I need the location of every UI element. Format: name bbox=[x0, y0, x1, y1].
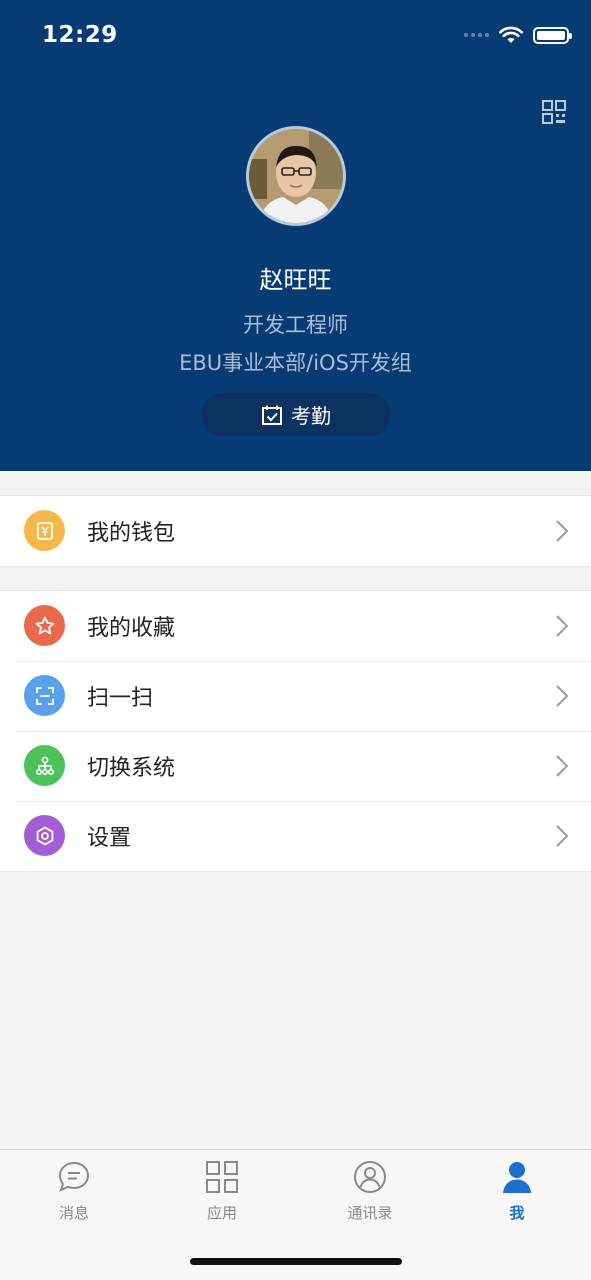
tab-label: 我 bbox=[509, 1204, 525, 1222]
tab-me[interactable]: 我 bbox=[443, 1150, 591, 1240]
wifi-icon bbox=[499, 26, 523, 43]
qr-code-icon[interactable] bbox=[542, 100, 566, 124]
org-switch-icon bbox=[24, 745, 65, 786]
menu-item-label: 我的钱包 bbox=[87, 521, 176, 546]
chevron-right-icon bbox=[556, 520, 569, 542]
user-name: 赵旺旺 bbox=[259, 266, 332, 294]
menu-item-wallet[interactable]: 我的钱包 bbox=[0, 496, 591, 566]
chevron-right-icon bbox=[556, 825, 569, 847]
calendar-check-icon bbox=[262, 405, 282, 425]
wallet-icon bbox=[24, 510, 65, 551]
attendance-button[interactable]: 考勤 bbox=[202, 393, 390, 436]
status-icons bbox=[464, 26, 572, 44]
menu-item-favorites[interactable]: 我的收藏 bbox=[0, 591, 591, 661]
signal-dots-icon bbox=[464, 33, 489, 37]
menu-item-label: 扫一扫 bbox=[87, 686, 154, 711]
menu-group-main: 我的收藏 扫一扫 切换系统 设置 bbox=[0, 590, 591, 872]
avatar-photo bbox=[249, 129, 343, 223]
me-icon bbox=[503, 1162, 531, 1193]
menu-item-label: 设置 bbox=[87, 826, 132, 851]
chevron-right-icon bbox=[556, 755, 569, 777]
battery-icon bbox=[533, 26, 572, 44]
chevron-right-icon bbox=[556, 615, 569, 637]
tab-apps[interactable]: 应用 bbox=[148, 1150, 296, 1240]
star-icon bbox=[24, 605, 65, 646]
menu-group-wallet: 我的钱包 bbox=[0, 495, 591, 567]
tab-label: 应用 bbox=[206, 1204, 237, 1222]
tab-contacts[interactable]: 通讯录 bbox=[296, 1150, 444, 1240]
tab-label: 消息 bbox=[58, 1204, 89, 1222]
menu-item-settings[interactable]: 设置 bbox=[0, 801, 591, 871]
department: EBU事业本部/iOS开发组 bbox=[179, 351, 412, 375]
menu-item-label: 切换系统 bbox=[87, 756, 176, 781]
contacts-icon bbox=[354, 1161, 386, 1193]
menu-item-scan[interactable]: 扫一扫 bbox=[0, 661, 591, 731]
scan-icon bbox=[24, 675, 65, 716]
menu-item-label: 我的收藏 bbox=[87, 616, 176, 641]
chevron-right-icon bbox=[556, 685, 569, 707]
menu-item-switch-system[interactable]: 切换系统 bbox=[0, 731, 591, 801]
profile-header: 12:29 赵旺旺 开发工程师 EBU事业本部/iOS开发组 考勤 bbox=[0, 0, 591, 471]
tab-messages[interactable]: 消息 bbox=[0, 1150, 148, 1240]
avatar[interactable] bbox=[246, 126, 346, 226]
attendance-label: 考勤 bbox=[291, 404, 331, 428]
home-indicator bbox=[190, 1258, 402, 1265]
status-time: 12:29 bbox=[42, 22, 118, 48]
job-title: 开发工程师 bbox=[243, 313, 348, 337]
settings-icon bbox=[24, 815, 65, 856]
message-icon bbox=[58, 1161, 90, 1192]
tab-label: 通讯录 bbox=[347, 1204, 393, 1222]
apps-icon bbox=[206, 1161, 238, 1193]
